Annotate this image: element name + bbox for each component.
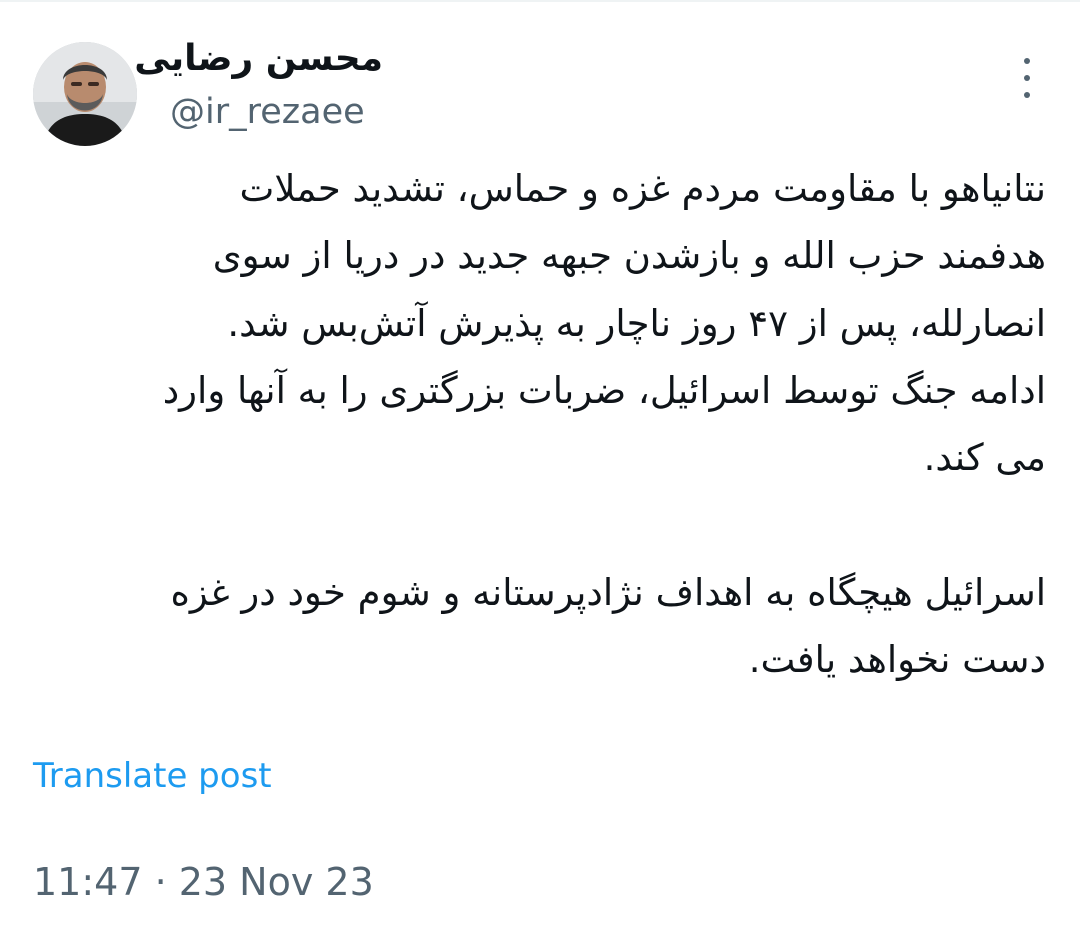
tweet-line: ادامه جنگ توسط اسرائیل، ضربات بزرگتری را… bbox=[162, 368, 1046, 412]
more-vertical-icon[interactable] bbox=[1010, 58, 1044, 98]
tweet-text: نتانیاهو با مقاومت مردم غزه و حماس، تشدی… bbox=[26, 155, 1046, 693]
tweet-line: هدفمند حزب الله و بازشدن جبهه جدید در در… bbox=[212, 234, 1046, 278]
tweet-line: دست نخواهد یافت. bbox=[748, 637, 1046, 681]
tweet-line: می کند. bbox=[923, 436, 1046, 480]
top-divider bbox=[0, 0, 1080, 2]
avatar[interactable] bbox=[33, 42, 137, 146]
author-display-name[interactable]: محسن رضایی bbox=[134, 38, 383, 79]
tweet-line: اسرائیل هیچگاه به اهداف نژادپرستانه و شو… bbox=[170, 570, 1046, 614]
tweet-line: نتانیاهو با مقاومت مردم غزه و حماس، تشدی… bbox=[239, 167, 1046, 210]
translate-post-link[interactable]: Translate post bbox=[33, 756, 272, 796]
tweet-line: انصارلله، پس از ۴۷ روز ناچار به پذیرش آت… bbox=[227, 301, 1046, 345]
tweet-timestamp[interactable]: 11:47 · 23 Nov 23 bbox=[33, 860, 374, 904]
author-handle[interactable]: @ir_rezaee bbox=[170, 92, 365, 132]
avatar-image bbox=[33, 42, 137, 146]
